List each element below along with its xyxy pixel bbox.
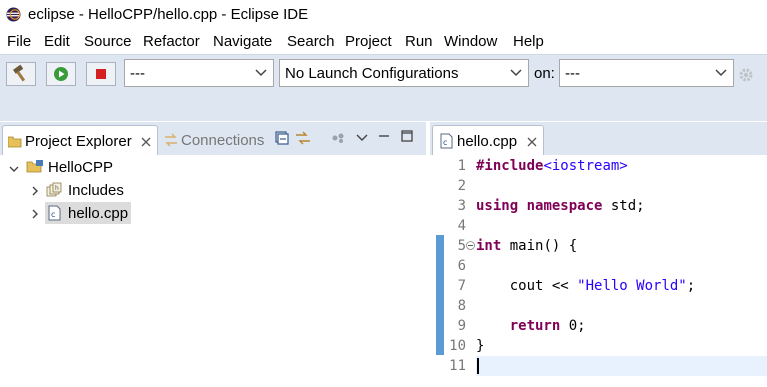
line-number: 1 (457, 158, 466, 174)
launch-target-value: --- (565, 65, 580, 82)
view-menu-icon[interactable] (356, 133, 368, 143)
stop-icon (96, 69, 106, 79)
change-ruler-mark (436, 235, 444, 355)
includes-label: Includes (68, 182, 124, 199)
build-button[interactable] (6, 62, 36, 86)
launch-config-combo[interactable]: No Launch Configurations (279, 59, 529, 87)
maximize-icon[interactable] (401, 130, 413, 142)
link-with-editor-icon[interactable] (295, 131, 311, 145)
tab-hello-cpp[interactable]: c hello.cpp (432, 125, 544, 155)
line-number: 5 (457, 238, 466, 254)
menu-run[interactable]: Run (405, 33, 433, 50)
launch-config-value: No Launch Configurations (285, 65, 459, 82)
on-label: on: (534, 65, 555, 82)
gear-icon[interactable] (738, 67, 754, 83)
line-number: 10 (449, 338, 466, 354)
launch-target-combo[interactable]: --- (559, 59, 734, 87)
keyword: #include (476, 158, 544, 174)
run-button[interactable] (46, 62, 76, 86)
chevron-down-icon[interactable] (9, 164, 19, 174)
code-line-9: return 0; (509, 318, 586, 334)
menu-file[interactable]: File (7, 33, 31, 50)
launch-mode-combo[interactable]: --- (124, 59, 274, 87)
line-number: 11 (449, 358, 466, 374)
line-number: 2 (457, 178, 466, 194)
line-number: 8 (457, 298, 466, 314)
code-line-5: int main() { (476, 238, 578, 254)
close-icon[interactable] (141, 137, 151, 147)
left-tab-strip: Project Explorer Connections (0, 122, 426, 155)
run-icon (54, 67, 68, 81)
project-explorer-panel: Project Explorer Connections HelloCPP h … (0, 122, 426, 387)
line-number: 3 (457, 198, 466, 214)
menu-search[interactable]: Search (287, 33, 335, 50)
chevron-down-icon (715, 69, 727, 77)
tab-project-explorer[interactable]: Project Explorer (2, 125, 158, 155)
folder-icon (8, 136, 22, 148)
menu-source[interactable]: Source (84, 33, 132, 50)
menu-window[interactable]: Window (444, 33, 497, 50)
svg-text:c: c (51, 210, 55, 219)
keyword: using (476, 198, 519, 214)
menu-help[interactable]: Help (513, 33, 544, 50)
hello-cpp-label: hello.cpp (68, 205, 129, 222)
chevron-right-icon[interactable] (30, 209, 40, 219)
cpp-file-icon: c (440, 133, 453, 149)
chevron-down-icon (255, 69, 267, 77)
text-caret (477, 358, 479, 374)
menu-refactor[interactable]: Refactor (143, 33, 200, 50)
code-line-3: using namespace std; (476, 198, 645, 214)
close-icon[interactable] (527, 137, 537, 147)
project-label: HelloCPP (48, 159, 114, 176)
stop-button[interactable] (86, 62, 116, 86)
hammer-icon (13, 64, 26, 82)
tab-connections-label[interactable]: Connections (181, 132, 264, 149)
line-number: 4 (457, 218, 466, 234)
tab-project-explorer-label: Project Explorer (25, 133, 132, 150)
svg-text:h: h (55, 185, 59, 192)
code-line-10: } (476, 338, 485, 354)
menu-edit[interactable]: Edit (44, 33, 70, 50)
line-number: 9 (457, 318, 466, 334)
code-line-1: #include<iostream> (476, 158, 628, 174)
connections-icon (165, 133, 177, 147)
current-line-highlight (476, 356, 767, 376)
title-bar: eclipse - HelloCPP/hello.cpp - Eclipse I… (0, 0, 767, 30)
filters-icon[interactable] (331, 132, 345, 144)
line-number: 7 (457, 278, 466, 294)
tree-item-project[interactable]: HelloCPP (0, 156, 426, 178)
menu-navigate[interactable]: Navigate (213, 33, 272, 50)
svg-text:c: c (443, 138, 447, 147)
cpp-file-icon: c (48, 205, 61, 221)
editor-tab-label: hello.cpp (457, 133, 518, 150)
minimize-icon[interactable] (378, 130, 390, 142)
window-title: eclipse - HelloCPP/hello.cpp - Eclipse I… (28, 6, 309, 23)
line-number: 6 (457, 258, 466, 274)
includes-icon: h (46, 182, 62, 197)
eclipse-logo-icon (6, 7, 21, 22)
keyword: namespace (526, 198, 603, 214)
keyword: int (476, 238, 502, 254)
menu-project[interactable]: Project (345, 33, 392, 50)
chevron-right-icon[interactable] (30, 186, 40, 196)
keyword: return (509, 318, 561, 334)
tree-item-hello-cpp[interactable]: c hello.cpp (0, 202, 426, 224)
collapse-all-icon[interactable] (275, 131, 289, 145)
code-area[interactable]: 1 2 3 4 5 6 7 8 9 10 11 #include<iostrea… (430, 155, 767, 387)
string-literal: "Hello World" (577, 278, 687, 294)
include-target: <iostream> (543, 158, 628, 174)
code-line-7: cout << "Hello World"; (476, 278, 696, 294)
chevron-down-icon (510, 69, 522, 77)
editor-panel: c hello.cpp 1 2 3 4 5 6 7 8 9 10 11 #inc… (430, 122, 767, 387)
fold-collapse-icon[interactable] (466, 241, 475, 250)
toolbar: --- No Launch Configurations on: --- (0, 54, 767, 121)
project-folder-icon (26, 160, 43, 173)
launch-mode-value: --- (130, 65, 145, 82)
menu-bar: File Edit Source Refactor Navigate Searc… (0, 30, 767, 54)
tree-item-includes[interactable]: h Includes (0, 179, 426, 201)
editor-tab-strip: c hello.cpp (430, 122, 767, 155)
